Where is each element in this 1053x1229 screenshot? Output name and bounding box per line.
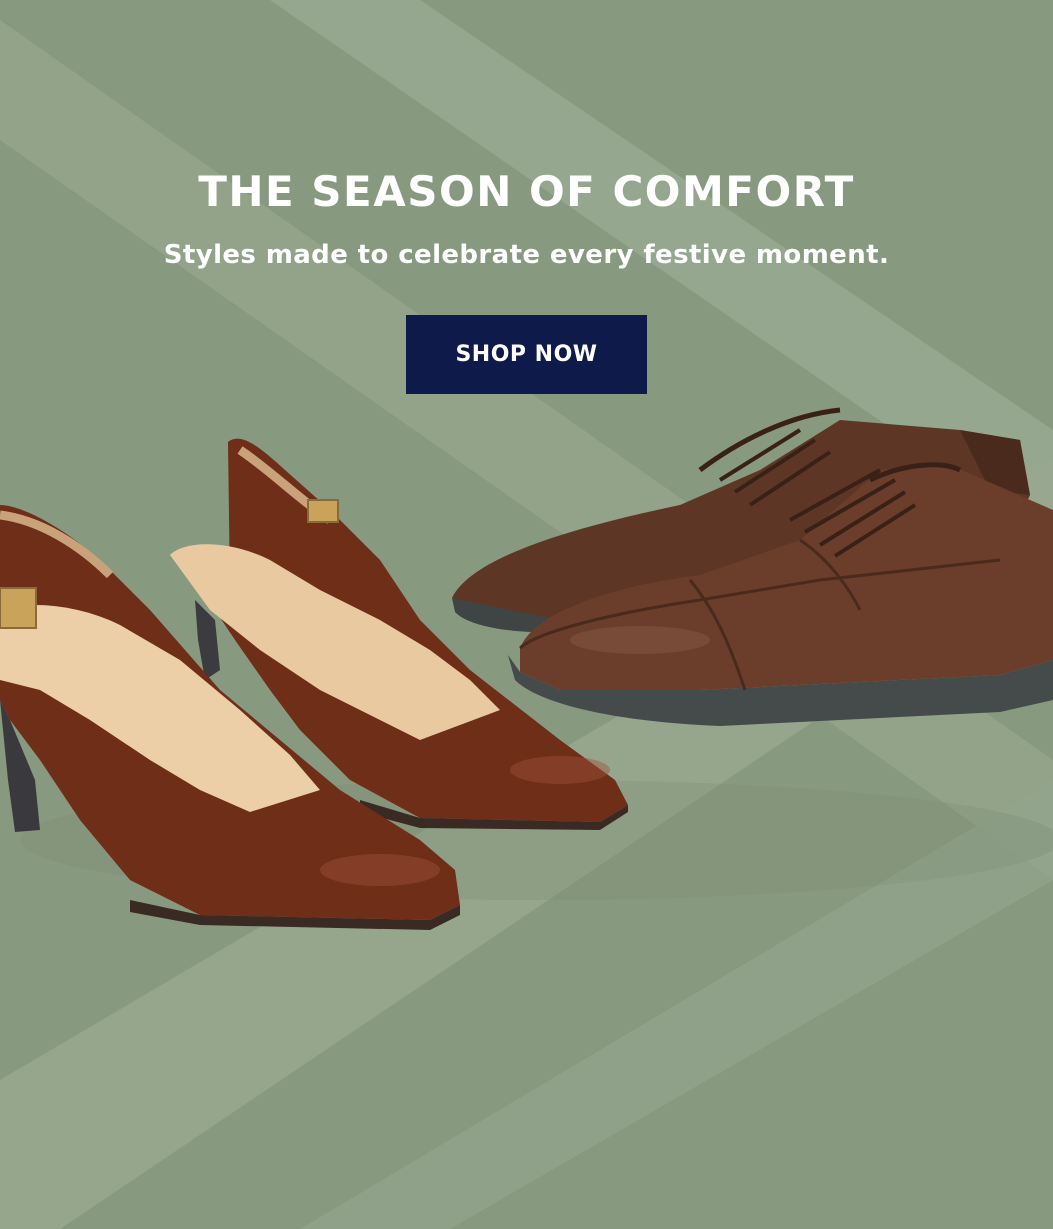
shop-now-button[interactable]: SHOP NOW xyxy=(406,315,647,394)
subheadline: Styles made to celebrate every festive m… xyxy=(163,240,890,270)
promo-banner[interactable]: THE SEASON OF COMFORT Styles made to cel… xyxy=(0,0,1053,1229)
headline: THE SEASON OF COMFORT xyxy=(198,167,855,216)
